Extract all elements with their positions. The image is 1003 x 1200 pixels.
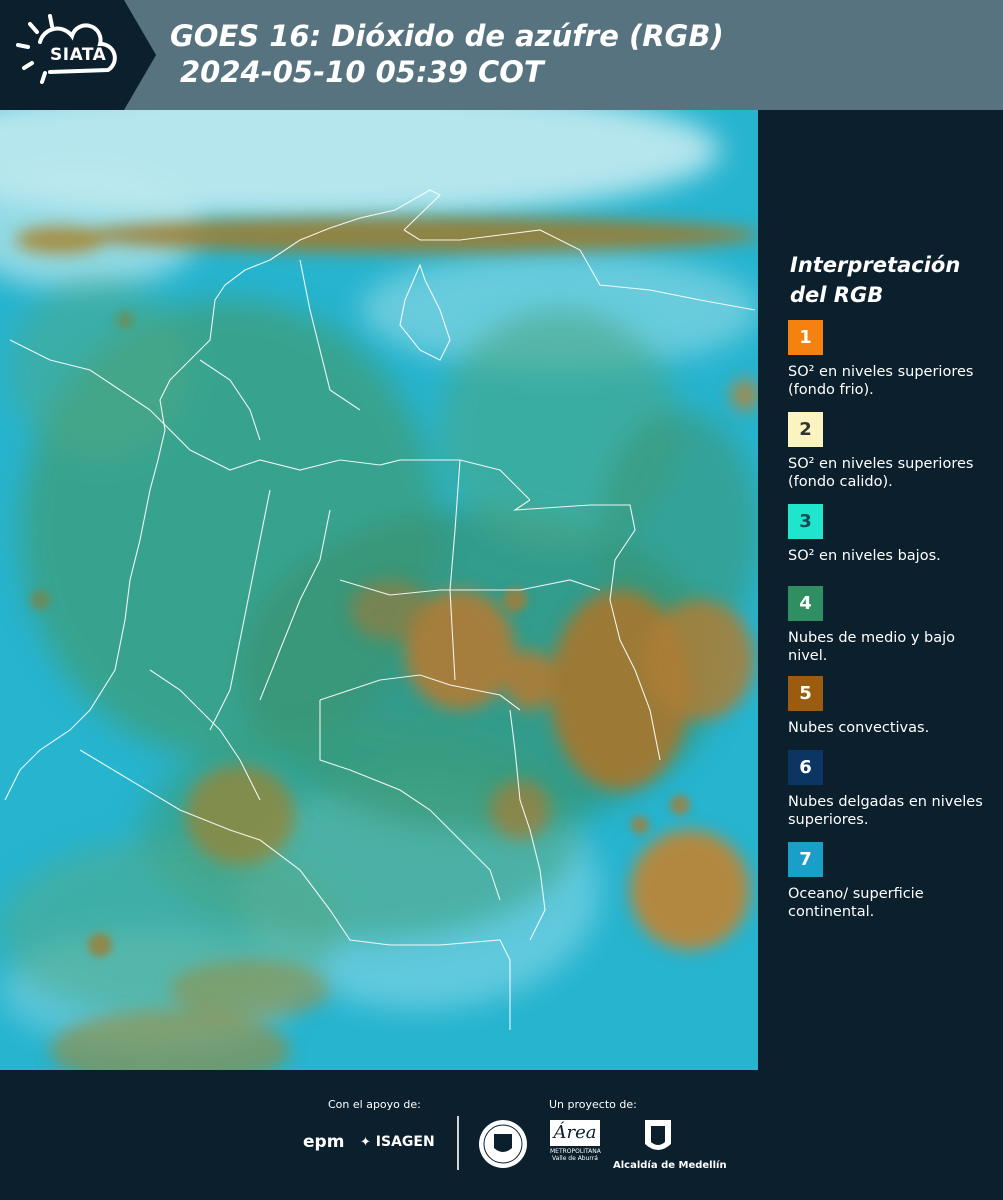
legend-label: SO² en niveles superiores (fondo frio).: [788, 364, 974, 398]
legend-swatch: 3: [788, 504, 823, 539]
siata-logo-text: SIATA: [50, 45, 107, 65]
isagen-icon: ✦: [360, 1135, 371, 1150]
header-bar: SIATA GOES 16: Dióxido de azúfre (RGB) 2…: [0, 0, 1003, 110]
legend-swatch: 6: [788, 750, 823, 785]
legend-label: Nubes delgadas en niveles superiores.: [788, 794, 983, 828]
isagen-logo-text: ISAGEN: [375, 1134, 435, 1150]
legend-title: Interpretación del RGB: [790, 250, 960, 310]
legend-label: Oceano/ superficie continental.: [788, 886, 924, 920]
legend-label: SO² en niveles superiores (fondo calido)…: [788, 456, 974, 490]
alcaldia-shield-icon: [645, 1120, 671, 1150]
siata-logo: SIATA: [0, 0, 156, 110]
legend-item: 6 Nubes delgadas en niveles superiores.: [788, 750, 988, 829]
legend-item: 7 Oceano/ superficie continental.: [788, 842, 988, 921]
legend-swatch: 1: [788, 320, 823, 355]
project-label: Un proyecto de:: [549, 1098, 637, 1111]
legend-swatch: 5: [788, 676, 823, 711]
legend-title-line-1: Interpretación: [790, 253, 961, 277]
legend-item: 5 Nubes convectivas.: [788, 676, 988, 737]
legend-swatch: 7: [788, 842, 823, 877]
legend-swatch: 4: [788, 586, 823, 621]
legend-item: 4 Nubes de medio y bajo nivel.: [788, 586, 988, 665]
legend-label: SO² en niveles bajos.: [788, 548, 941, 564]
legend-label: Nubes convectivas.: [788, 720, 930, 736]
footer-divider: [457, 1116, 459, 1170]
title-line-2: 2024-05-10 05:39 COT: [180, 55, 544, 89]
legend-item: 2 SO² en niveles superiores (fondo calido…: [788, 412, 988, 491]
legend-title-line-2: del RGB: [790, 283, 884, 307]
footer: Con el apoyo de: Un proyecto de: epm ✦ I…: [0, 1070, 1003, 1200]
title-line-1: GOES 16: Dióxido de azúfre (RGB): [170, 19, 724, 53]
legend-label: Nubes de medio y bajo nivel.: [788, 630, 955, 664]
support-label: Con el apoyo de:: [328, 1098, 421, 1111]
area-logo-line-3: Valle de Aburrá: [552, 1155, 598, 1162]
epm-logo: epm: [303, 1132, 345, 1152]
alcaldia-logo-text: Alcaldía de Medellín: [613, 1160, 727, 1171]
legend-item: 3 SO² en niveles bajos.: [788, 504, 988, 565]
legend-panel: Interpretación del RGB 1 SO² en niveles s…: [758, 110, 1003, 1070]
medellin-seal-icon: [479, 1120, 527, 1168]
satellite-map: [0, 110, 758, 1070]
isagen-logo: ✦ ISAGEN: [360, 1134, 435, 1150]
legend-item: 1 SO² en niveles superiores (fondo frio).: [788, 320, 988, 399]
legend-swatch: 2: [788, 412, 823, 447]
page-title: GOES 16: Dióxido de azúfre (RGB) 2024-05…: [170, 18, 724, 90]
area-logo-mark: Área: [550, 1120, 600, 1146]
area-metropolitana-logo: Área METROPOLITANA Valle de Aburrá: [550, 1120, 601, 1162]
area-logo-line-2: METROPOLITANA: [550, 1148, 601, 1155]
